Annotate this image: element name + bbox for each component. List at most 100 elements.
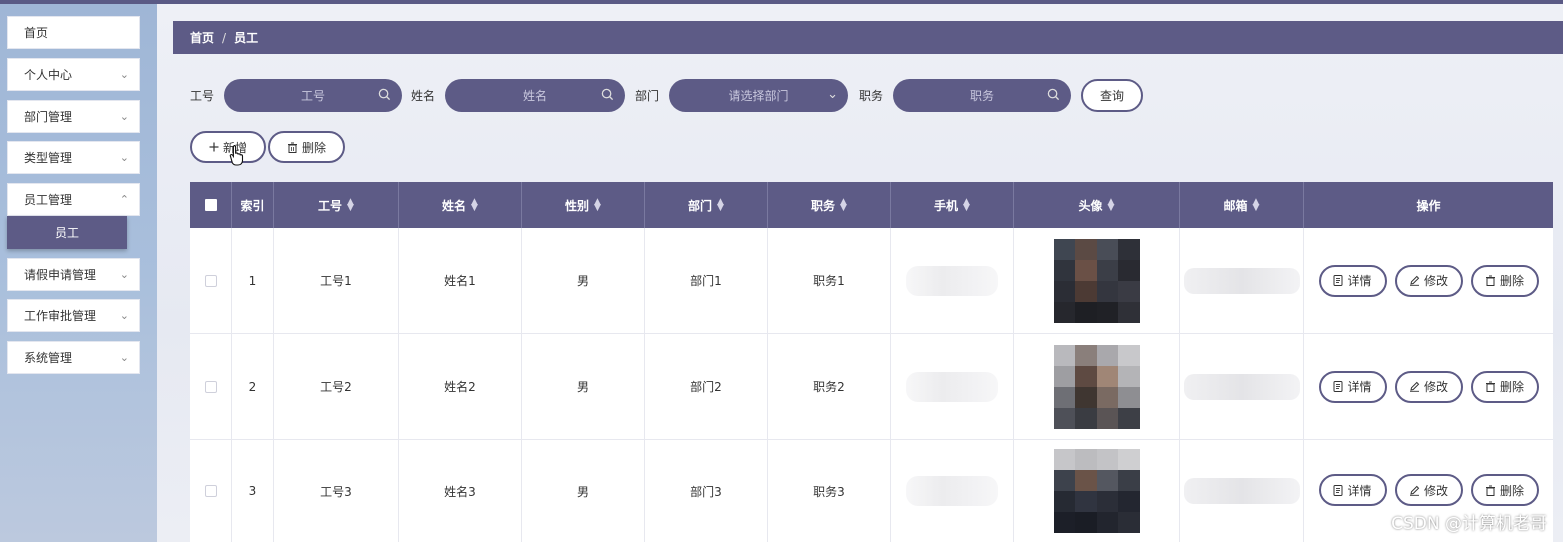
plus-icon: [209, 142, 219, 152]
search-icon: [378, 88, 391, 101]
sidebar-item-label: 工作审批管理: [24, 309, 97, 323]
sort-icon: ▲ ▼: [347, 197, 354, 213]
sort-icon: ▲ ▼: [1107, 197, 1115, 213]
trash-icon: [1485, 485, 1495, 496]
cell-phone: [891, 440, 1014, 542]
cell-avatar: [1014, 228, 1180, 333]
position-label: 职务: [859, 89, 884, 103]
col-phone-label: 手机: [934, 198, 959, 213]
cell-position: 职务3: [768, 440, 891, 542]
name-search-input[interactable]: 姓名: [445, 79, 626, 112]
sidebar-item-personal-center[interactable]: 个人中心 ⌄: [7, 58, 140, 91]
job-no-search-input[interactable]: 工号: [224, 79, 403, 112]
cell-name: 姓名3: [399, 440, 522, 542]
col-job-no[interactable]: 工号 ▲ ▼: [274, 182, 399, 228]
cell-ops: 详情 修改 删除: [1304, 334, 1553, 439]
cell-email: [1180, 228, 1304, 333]
col-phone[interactable]: 手机 ▲ ▼: [891, 182, 1014, 228]
sidebar-subitem-employee[interactable]: 员工: [7, 216, 127, 249]
col-index-label: 索引: [240, 198, 265, 213]
col-index: 索引: [232, 182, 274, 228]
avatar: [1053, 344, 1140, 429]
sort-icon: ▲ ▼: [1252, 197, 1260, 213]
add-button[interactable]: 新增: [190, 131, 266, 163]
col-department-label: 部门: [688, 198, 713, 213]
sidebar-item-work-approval[interactable]: 工作审批管理 ⌄: [7, 299, 140, 332]
cell-index: 1: [232, 228, 274, 333]
chevron-down-icon: ⌄: [119, 351, 129, 364]
query-button[interactable]: 查询: [1081, 79, 1144, 112]
detail-button[interactable]: 详情: [1318, 264, 1387, 297]
cell-position: 职务2: [768, 334, 891, 439]
edit-button[interactable]: 修改: [1394, 474, 1463, 506]
batch-delete-label: 删除: [301, 140, 326, 155]
row-checkbox[interactable]: [204, 274, 217, 287]
search-icon: [1047, 88, 1060, 101]
delete-button[interactable]: 删除: [1470, 370, 1539, 403]
query-button-label: 查询: [1100, 89, 1125, 103]
department-select[interactable]: 请选择部门 ⌄: [669, 79, 849, 112]
breadcrumb-current: 员工: [234, 31, 259, 45]
top-accent-bar: [0, 0, 1563, 4]
edit-button[interactable]: 修改: [1394, 264, 1463, 297]
phone-redacted: [906, 476, 998, 506]
chevron-down-icon: ⌄: [119, 151, 129, 164]
sidebar-item-type[interactable]: 类型管理 ⌄: [7, 141, 140, 174]
sidebar-item-label: 首页: [24, 26, 49, 40]
breadcrumb-home[interactable]: 首页: [190, 29, 214, 46]
department-label: 部门: [635, 89, 660, 103]
batch-delete-button[interactable]: 删除: [268, 131, 345, 163]
pencil-icon: [1409, 381, 1420, 392]
cell-gender: 男: [522, 334, 645, 439]
trash-icon: [287, 142, 297, 153]
select-all-checkbox[interactable]: [204, 199, 217, 211]
search-bar: 工号 工号 姓名 姓名 部门 请选择部门 ⌄ 职务 职务 查询: [190, 79, 1144, 112]
col-avatar-label: 头像: [1078, 198, 1103, 213]
sidebar-item-system[interactable]: 系统管理 ⌄: [7, 341, 140, 374]
sidebar-item-employee[interactable]: 员工管理 ⌃: [7, 183, 140, 216]
sidebar-item-department[interactable]: 部门管理 ⌄: [7, 100, 140, 133]
detail-button[interactable]: 详情: [1318, 474, 1387, 506]
delete-label: 删除: [1499, 483, 1524, 498]
col-position[interactable]: 职务 ▲ ▼: [768, 182, 891, 228]
col-avatar[interactable]: 头像 ▲ ▼: [1014, 182, 1180, 228]
select-all-cell: [190, 182, 232, 228]
table-header: 索引 工号 ▲ ▼ 姓名 ▲ ▼ 性别 ▲ ▼ 部门 ▲ ▼ 职务 ▲ ▼ 手机 ▲ ▼ 头像 ▲ ▼ 邮箱…: [190, 182, 1553, 228]
col-email[interactable]: 邮箱 ▲ ▼: [1180, 182, 1304, 228]
sidebar-subitem-label: 员工: [54, 226, 79, 240]
cell-index: 2: [232, 334, 274, 439]
job-no-placeholder: 工号: [301, 89, 326, 103]
breadcrumb: 首页 / 员工: [173, 21, 1563, 54]
cell-name: 姓名1: [399, 228, 522, 333]
sidebar-item-label: 个人中心: [24, 68, 73, 82]
col-name[interactable]: 姓名 ▲ ▼: [399, 182, 522, 228]
sidebar-item-home[interactable]: 首页: [7, 16, 140, 49]
delete-button[interactable]: 删除: [1470, 474, 1539, 506]
name-placeholder: 姓名: [523, 89, 548, 103]
col-department[interactable]: 部门 ▲ ▼: [645, 182, 768, 228]
delete-button[interactable]: 删除: [1470, 264, 1539, 297]
cell-avatar: [1014, 334, 1180, 439]
cell-gender: 男: [522, 228, 645, 333]
email-redacted: [1183, 478, 1300, 504]
chevron-down-icon: ⌄: [119, 110, 129, 123]
position-search-input[interactable]: 职务: [893, 79, 1072, 112]
sidebar-item-leave-request[interactable]: 请假申请管理 ⌄: [7, 258, 140, 291]
edit-button[interactable]: 修改: [1394, 370, 1463, 403]
col-gender[interactable]: 性别 ▲ ▼: [522, 182, 645, 228]
breadcrumb-separator: /: [222, 30, 227, 45]
cell-job-no: 工号3: [274, 440, 399, 542]
col-gender-label: 性别: [565, 198, 590, 213]
trash-icon: [1485, 275, 1495, 286]
delete-label: 删除: [1499, 274, 1524, 288]
edit-label: 修改: [1423, 274, 1448, 288]
edit-label: 修改: [1423, 483, 1448, 498]
row-checkbox[interactable]: [204, 485, 217, 497]
cell-position: 职务1: [768, 228, 891, 333]
chevron-down-icon: ⌄: [827, 87, 839, 102]
detail-button[interactable]: 详情: [1318, 370, 1387, 403]
col-job-no-label: 工号: [318, 198, 343, 213]
row-checkbox[interactable]: [204, 380, 217, 393]
job-no-label: 工号: [190, 89, 215, 103]
phone-redacted: [906, 371, 998, 402]
